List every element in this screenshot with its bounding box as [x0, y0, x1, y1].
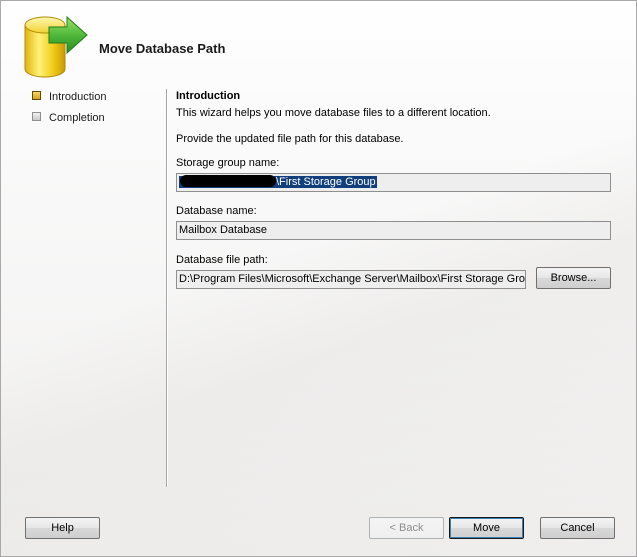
database-file-path-value: D:\Program Files\Microsoft\Exchange Serv… — [179, 273, 526, 285]
back-button[interactable]: < Back — [369, 517, 444, 539]
database-name-field[interactable]: Mailbox Database — [176, 221, 611, 240]
database-name-value: Mailbox Database — [179, 224, 268, 236]
wizard-description: This wizard helps you move database file… — [176, 107, 491, 119]
wizard-title: Move Database Path — [99, 41, 226, 56]
storage-group-value: \First Storage Group — [276, 176, 376, 188]
inactive-step-icon — [32, 112, 41, 121]
move-button[interactable]: Move — [449, 517, 524, 539]
step-label: Completion — [49, 112, 105, 124]
browse-button[interactable]: Browse... — [536, 267, 611, 289]
step-introduction: Introduction — [31, 89, 161, 109]
wizard-steps: Introduction Completion — [31, 89, 161, 131]
step-completion: Completion — [31, 110, 161, 130]
section-heading: Introduction — [176, 90, 241, 102]
database-name-label: Database name: — [176, 205, 257, 217]
database-move-icon — [21, 11, 93, 81]
database-file-path-field[interactable]: D:\Program Files\Microsoft\Exchange Serv… — [176, 270, 526, 289]
redaction-mark — [180, 175, 276, 187]
storage-group-label: Storage group name: — [176, 157, 280, 169]
storage-group-selected-text: \First Storage Group — [179, 175, 377, 188]
cancel-button[interactable]: Cancel — [540, 517, 615, 539]
storage-group-field[interactable]: \First Storage Group — [176, 173, 611, 192]
database-file-path-label: Database file path: — [176, 254, 268, 266]
step-label: Introduction — [49, 91, 107, 103]
active-step-icon — [32, 91, 41, 100]
wizard-header: Move Database Path — [1, 1, 636, 85]
move-database-path-wizard: Move Database Path Introduction Completi… — [0, 0, 637, 557]
help-button[interactable]: Help — [25, 517, 100, 539]
steps-divider — [166, 89, 167, 487]
wizard-instruction: Provide the updated file path for this d… — [176, 133, 404, 145]
